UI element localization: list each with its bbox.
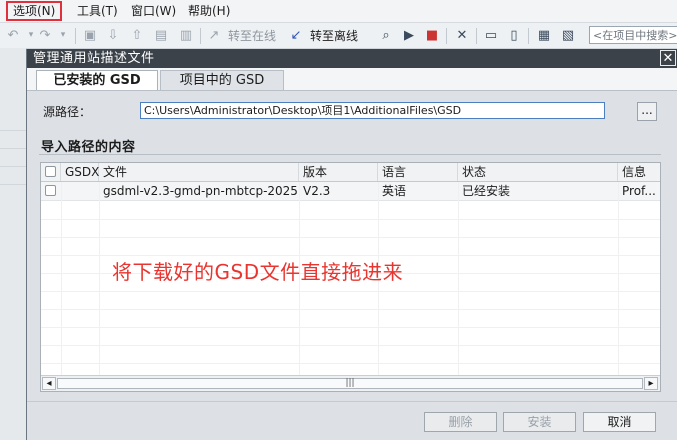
menu-bar: 选项(N) 工具(T) 窗口(W) 帮助(H) bbox=[0, 0, 677, 23]
undo-icon[interactable]: ↶ bbox=[4, 27, 22, 44]
redo-icon[interactable]: ↷ bbox=[36, 27, 54, 44]
toolbar-separator bbox=[446, 28, 447, 44]
go-offline-button[interactable]: 转至离线 bbox=[310, 28, 358, 44]
grid-line bbox=[41, 327, 660, 328]
grid-line bbox=[99, 182, 100, 375]
cell-status: 已经安装 bbox=[462, 184, 511, 198]
cell-info: Prof... bbox=[622, 184, 656, 198]
cell-language: 英语 bbox=[382, 184, 407, 198]
cell-file: gsdml-v2.3-gmd-pn-mbtcp-2025... bbox=[103, 184, 299, 198]
scroll-right-icon[interactable]: ▸ bbox=[644, 377, 658, 390]
toolbar: ↶ ▾ ↷ ▾ ▣ ⇩ ⇧ ▤ ▥ ↗ 转至在线 ↙ 转至离线 ⌕ ▶ ■ ✕ … bbox=[0, 23, 677, 49]
go-online-icon[interactable]: ↗ bbox=[205, 27, 223, 44]
menu-help[interactable]: 帮助(H) bbox=[185, 3, 233, 19]
grid-line bbox=[41, 345, 660, 346]
column-version[interactable]: 版本 bbox=[299, 163, 378, 181]
column-file[interactable]: 文件 bbox=[99, 163, 299, 181]
drag-hint-annotation: 将下载好的GSD文件直接拖进来 bbox=[112, 260, 404, 284]
grid-line bbox=[41, 309, 660, 310]
column-language[interactable]: 语言 bbox=[378, 163, 458, 181]
column-gsdx[interactable]: GSDX bbox=[61, 163, 99, 181]
save-icon[interactable]: ▣ bbox=[81, 27, 99, 44]
tree-row-line bbox=[0, 130, 26, 131]
split-horizontal-icon[interactable]: ▭ bbox=[482, 27, 500, 44]
close-icon[interactable]: ✕ bbox=[660, 50, 676, 66]
grid-line bbox=[41, 219, 660, 220]
cancel-button[interactable]: 取消 bbox=[583, 412, 656, 432]
toolbar-separator bbox=[200, 28, 201, 44]
section-divider bbox=[39, 154, 661, 155]
project-tree-background bbox=[0, 48, 26, 440]
save-layout-icon[interactable]: ▦ bbox=[535, 27, 553, 44]
scroll-left-icon[interactable]: ◂ bbox=[42, 377, 56, 390]
toolbar-separator bbox=[75, 28, 76, 44]
horizontal-scrollbar[interactable]: ◂ ||| ▸ bbox=[41, 375, 660, 391]
compile-icon[interactable]: ▤ bbox=[152, 27, 170, 44]
go-offline-icon[interactable]: ↙ bbox=[287, 27, 305, 44]
grid-line bbox=[458, 182, 459, 375]
toolbar-separator bbox=[528, 28, 529, 44]
menu-options[interactable]: 选项(N) bbox=[6, 1, 63, 21]
tree-row-line bbox=[0, 184, 26, 185]
menu-window[interactable]: 窗口(W) bbox=[128, 3, 179, 19]
split-vertical-icon[interactable]: ▯ bbox=[505, 27, 523, 44]
header-select-all[interactable] bbox=[41, 163, 61, 181]
source-path-label: 源路径： bbox=[43, 105, 92, 119]
column-status[interactable]: 状态 bbox=[458, 163, 618, 181]
tree-row-line bbox=[0, 166, 26, 167]
column-info[interactable]: 信息 bbox=[618, 163, 660, 181]
grid-line bbox=[618, 182, 619, 375]
manage-gsd-dialog: 管理通用站描述文件 ✕ 已安装的 GSD 项目中的 GSD 源路径： C:\Us… bbox=[26, 49, 677, 440]
redo-dropdown-icon[interactable]: ▾ bbox=[54, 27, 72, 44]
device-icon[interactable]: ▥ bbox=[177, 27, 195, 44]
source-path-input[interactable]: C:\Users\Administrator\Desktop\项目1\Addit… bbox=[140, 102, 605, 119]
upload-icon[interactable]: ⇧ bbox=[128, 27, 146, 44]
table-header: GSDX 文件 版本 语言 状态 信息 bbox=[41, 163, 660, 182]
grid-line bbox=[41, 291, 660, 292]
tab-installed-gsd[interactable]: 已安装的 GSD bbox=[36, 70, 158, 90]
tab-bar: 已安装的 GSD 项目中的 GSD bbox=[27, 68, 677, 91]
browse-button[interactable]: ... bbox=[637, 102, 657, 121]
section-title: 导入路径的内容 bbox=[41, 140, 136, 155]
footer-divider bbox=[27, 401, 677, 402]
go-online-button[interactable]: 转至在线 bbox=[228, 28, 276, 44]
select-all-checkbox[interactable] bbox=[45, 166, 56, 177]
grid-line bbox=[61, 182, 62, 375]
row-checkbox[interactable] bbox=[45, 185, 56, 196]
tab-project-gsd[interactable]: 项目中的 GSD bbox=[160, 70, 284, 90]
accessible-devices-icon[interactable]: ⌕ bbox=[377, 27, 395, 44]
start-cpu-icon[interactable]: ▶ bbox=[400, 27, 418, 44]
menu-tools[interactable]: 工具(T) bbox=[74, 3, 121, 19]
close-layout-icon[interactable]: ▧ bbox=[559, 27, 577, 44]
table-row[interactable]: gsdml-v2.3-gmd-pn-mbtcp-2025... V2.3 英语 … bbox=[41, 182, 660, 201]
cell-gsdx bbox=[61, 182, 99, 200]
grid-line bbox=[41, 363, 660, 364]
project-search-input[interactable]: <在项目中搜索> bbox=[589, 26, 677, 44]
download-icon[interactable]: ⇩ bbox=[104, 27, 122, 44]
toolbar-separator bbox=[476, 28, 477, 44]
cross-reference-icon[interactable]: ✕ bbox=[453, 27, 471, 44]
grid-line bbox=[41, 237, 660, 238]
dialog-title: 管理通用站描述文件 bbox=[33, 51, 155, 66]
scroll-thumb[interactable]: ||| bbox=[57, 378, 643, 389]
stop-cpu-icon[interactable]: ■ bbox=[423, 27, 441, 44]
cell-version: V2.3 bbox=[303, 184, 331, 198]
install-button[interactable]: 安装 bbox=[503, 412, 576, 432]
tree-row-line bbox=[0, 148, 26, 149]
dialog-title-bar: 管理通用站描述文件 ✕ bbox=[27, 49, 677, 68]
delete-button[interactable]: 删除 bbox=[424, 412, 497, 432]
